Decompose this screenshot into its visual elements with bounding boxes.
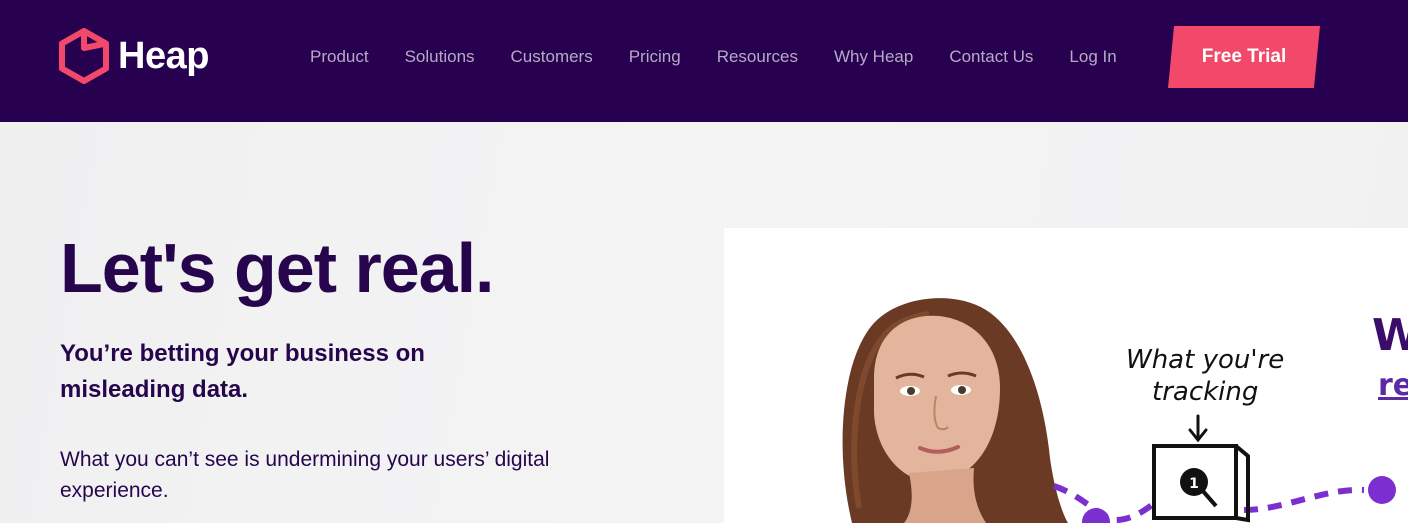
hero-subhead: You’re betting your business on misleadi… bbox=[60, 340, 425, 403]
tracking-box-icon: 1 bbox=[1152, 444, 1250, 523]
nav-item-contact-us[interactable]: Contact Us bbox=[949, 44, 1033, 70]
nav-item-customers[interactable]: Customers bbox=[511, 44, 593, 70]
flow-node bbox=[1082, 508, 1110, 523]
hexagon-cube-icon bbox=[59, 28, 109, 84]
hero-headline: Let's get real. bbox=[60, 229, 494, 307]
site-header: Heap Product Solutions Customers Pricing… bbox=[0, 0, 1408, 122]
nav-item-pricing[interactable]: Pricing bbox=[629, 44, 681, 70]
handwriting-tracking: tracking bbox=[1152, 377, 1259, 407]
hero-body: What you can’t see is undermining your u… bbox=[60, 448, 550, 502]
nav-item-why-heap[interactable]: Why Heap bbox=[834, 44, 913, 70]
main-nav: Product Solutions Customers Pricing Reso… bbox=[292, 44, 1136, 70]
hero-illustration: 1 What you're tracking W re bbox=[724, 228, 1408, 523]
down-arrow-icon bbox=[1188, 414, 1208, 443]
nav-item-log-in[interactable]: Log In bbox=[1069, 44, 1116, 70]
hero-photo-illustration: 1 bbox=[842, 298, 1396, 523]
nav-item-solutions[interactable]: Solutions bbox=[405, 44, 475, 70]
handwriting-corner-partial-2: re bbox=[1378, 368, 1408, 403]
logo-wordmark: Heap bbox=[118, 35, 209, 77]
handwriting-corner-partial: W bbox=[1372, 310, 1408, 361]
nav-item-resources[interactable]: Resources bbox=[717, 44, 798, 70]
free-trial-button[interactable]: Free Trial bbox=[1168, 26, 1320, 88]
flow-node-right bbox=[1368, 476, 1396, 504]
heap-logo[interactable]: Heap bbox=[58, 28, 209, 84]
nav-item-product[interactable]: Product bbox=[310, 44, 369, 70]
svg-text:1: 1 bbox=[1189, 476, 1199, 492]
handwriting-what-youre: What you're bbox=[1126, 345, 1285, 375]
